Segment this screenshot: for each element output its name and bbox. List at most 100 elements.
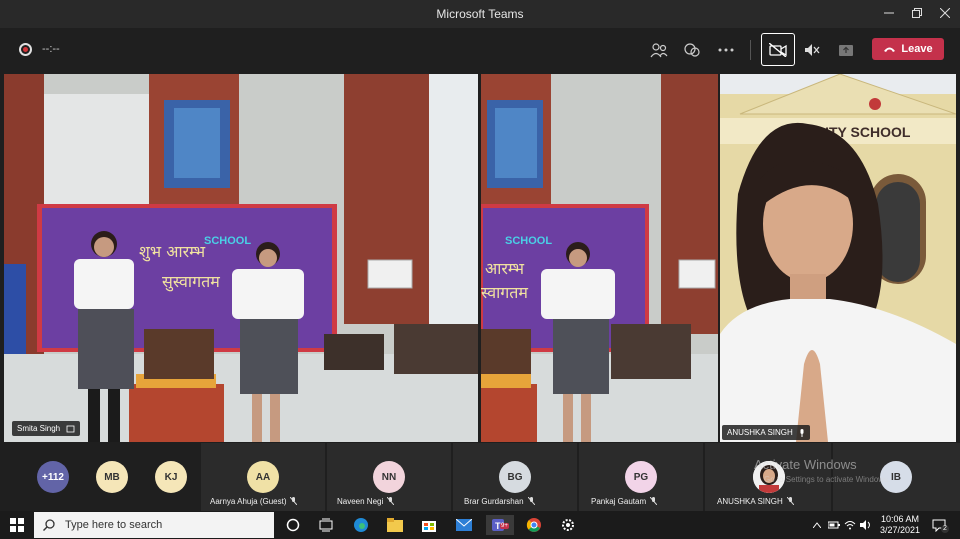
overflow-participants-avatar[interactable]: +112 [37,461,69,493]
battery-icon [828,521,840,529]
activate-windows-watermark: Activate Windows [754,457,857,472]
maximize-button[interactable] [905,4,929,24]
avatar-pg: PG [625,461,657,493]
chevron-up-icon [813,522,821,528]
participant-video: CITY SCHOOL [720,74,956,442]
store-icon [422,521,436,532]
settings-button[interactable] [558,515,578,535]
volume-icon [860,520,870,530]
notification-count: 2 [941,525,949,533]
participant-video: शुभ आरम्भ सुस्वागतम SCHOOL [4,74,478,442]
file-explorer-button[interactable] [385,515,405,535]
avatar-kj[interactable]: KJ [155,461,187,493]
mic-off-icon [290,497,298,505]
share-button[interactable] [832,36,860,64]
participant-label: Brar Gurdarshan [464,497,535,506]
mic-off-icon [527,497,535,505]
gear-icon [562,519,574,531]
video-tile-2[interactable]: SCHOOL आरम्भ स्वागतम [481,74,718,442]
minimize-button[interactable] [877,4,901,24]
participant-tile-pg[interactable]: PG Pankaj Gautam [579,443,703,511]
mic-off-icon [66,425,75,432]
close-button[interactable] [933,4,957,24]
banner-line-1-crop: आरम्भ [485,259,525,278]
tray-overflow-button[interactable] [811,515,823,535]
banner-school-text-crop: SCHOOL [505,235,552,247]
taskbar-clock[interactable]: 10:06 AM 3/27/2021 [875,514,925,536]
edge-icon [354,518,368,532]
participant-name: Pankaj Gautam [591,497,647,506]
mic-icon [800,428,804,437]
task-view-icon [319,518,333,532]
avatar-mb[interactable]: MB [96,461,128,493]
mic-toggle-button[interactable] [798,36,826,64]
mic-off-icon [387,497,395,505]
meeting-timer: --:-- [42,43,60,55]
video-stage: शुभ आरम्भ सुस्वागतम SCHOOL Smita Singh S… [0,72,960,442]
participant-name-tag: Smita Singh [12,421,81,436]
store-button[interactable] [419,515,439,535]
participant-tile-bg[interactable]: BG Brar Gurdarshan [453,443,577,511]
participant-name: Aarnya Ahuja (Guest) [210,497,287,506]
toolbar-divider [750,40,751,60]
clock-time: 10:06 AM [880,514,920,524]
avatar-aa: AA [247,461,279,493]
activate-windows-hint: Go to Settings to activate Windows. [764,475,891,484]
participant-label: ANUSHKA SINGH [717,497,794,506]
participant-strip: +112 MB KJ AA Aarnya Ahuja (Guest) NN Na… [0,443,960,511]
avatar-nn: NN [373,461,405,493]
mail-button[interactable] [454,515,474,535]
search-placeholder: Type here to search [65,519,163,531]
more-options-button[interactable] [712,36,740,64]
start-button[interactable] [7,515,27,535]
teams-notification-badge: 9+ [500,523,509,529]
participants-button[interactable] [645,36,673,64]
participant-tile-aa[interactable]: AA Aarnya Ahuja (Guest) [201,443,325,511]
banner-school-text: SCHOOL [204,235,251,247]
cortana-button[interactable] [283,515,303,535]
leave-label: Leave [901,43,933,55]
participant-name: Smita Singh [17,424,61,433]
mail-icon [456,519,472,531]
leave-button[interactable]: Leave [872,38,944,60]
banner-line-2-crop: स्वागतम [481,283,528,302]
clock-date: 3/27/2021 [879,525,921,535]
participant-name: ANUSHKA SINGH [717,497,783,506]
mic-off-icon [650,497,658,505]
volume-button[interactable] [859,515,873,535]
network-button[interactable] [843,515,857,535]
participant-label: Pankaj Gautam [591,497,658,506]
search-icon [43,519,55,531]
share-screen-icon [839,44,853,56]
reactions-button[interactable] [678,36,706,64]
participant-label: Naveen Negi [337,497,395,506]
teams-taskbar-button[interactable]: T 9+ [486,515,514,535]
action-center-button[interactable]: 2 [929,515,949,535]
title-bar: Microsoft Teams [0,0,960,28]
people-icon [650,43,668,58]
battery-button[interactable] [827,515,841,535]
restore-icon [912,8,922,18]
more-icon [718,48,734,52]
folder-icon [387,518,403,532]
banner-line-2: सुस्वागतम [162,272,220,292]
participant-label: Aarnya Ahuja (Guest) [210,497,298,506]
meeting-toolbar: --:-- Leave [0,28,960,72]
mic-off-icon [786,497,794,505]
banner-line-1: शुभ आरम्भ [139,242,206,262]
cortana-icon [286,518,300,532]
windows-logo-icon [10,518,24,532]
reaction-icon [684,43,700,57]
participant-name: Brar Gurdarshan [464,497,524,506]
chrome-button[interactable] [524,515,544,535]
camera-toggle-button[interactable] [761,33,795,66]
edge-button[interactable] [351,515,371,535]
video-tile-anushka-singh[interactable]: CITY SCHOOL ANUSHKA SINGH [720,74,956,442]
camera-off-icon [769,42,787,57]
participant-name: Naveen Negi [337,497,384,506]
participant-tile-nn[interactable]: NN Naveen Negi [327,443,451,511]
taskbar-search[interactable]: Type here to search [34,512,274,538]
task-view-button[interactable] [316,515,336,535]
video-tile-smita-singh[interactable]: शुभ आरम्भ सुस्वागतम SCHOOL Smita Singh [4,74,478,442]
chrome-icon [526,518,541,532]
